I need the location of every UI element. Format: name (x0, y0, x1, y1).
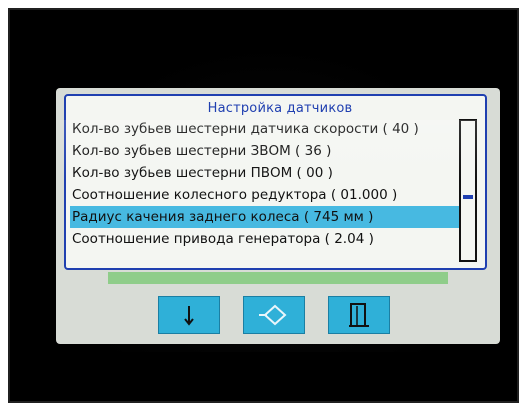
settings-item[interactable]: Соотношение колесного редуктора ( 01.000… (70, 184, 460, 206)
panel-title: Настройка датчиков (190, 101, 370, 117)
enter-button[interactable] (243, 296, 305, 334)
exit-door-icon (349, 303, 369, 327)
settings-item[interactable]: Кол-во зубьев шестерни датчика скорости … (70, 118, 460, 140)
scrollbar[interactable] (459, 119, 477, 262)
settings-item[interactable]: Кол-во зубьев шестерни ПВОМ ( 00 ) (70, 162, 460, 184)
settings-item[interactable]: Радиус качения заднего колеса ( 745 мм ) (70, 206, 460, 228)
scrollbar-thumb[interactable] (463, 195, 473, 199)
down-button[interactable] (158, 296, 220, 334)
arrow-down-icon (184, 306, 194, 326)
diamond-enter-icon (259, 304, 287, 326)
exit-button[interactable] (328, 296, 390, 334)
settings-item[interactable]: Соотношение привода генератора ( 2.04 ) (70, 228, 460, 250)
settings-list: Кол-во зубьев шестерни датчика скорости … (70, 118, 460, 250)
settings-item[interactable]: Кол-во зубьев шестерни ЗВОМ ( 36 ) (70, 140, 460, 162)
status-bar (108, 272, 448, 284)
